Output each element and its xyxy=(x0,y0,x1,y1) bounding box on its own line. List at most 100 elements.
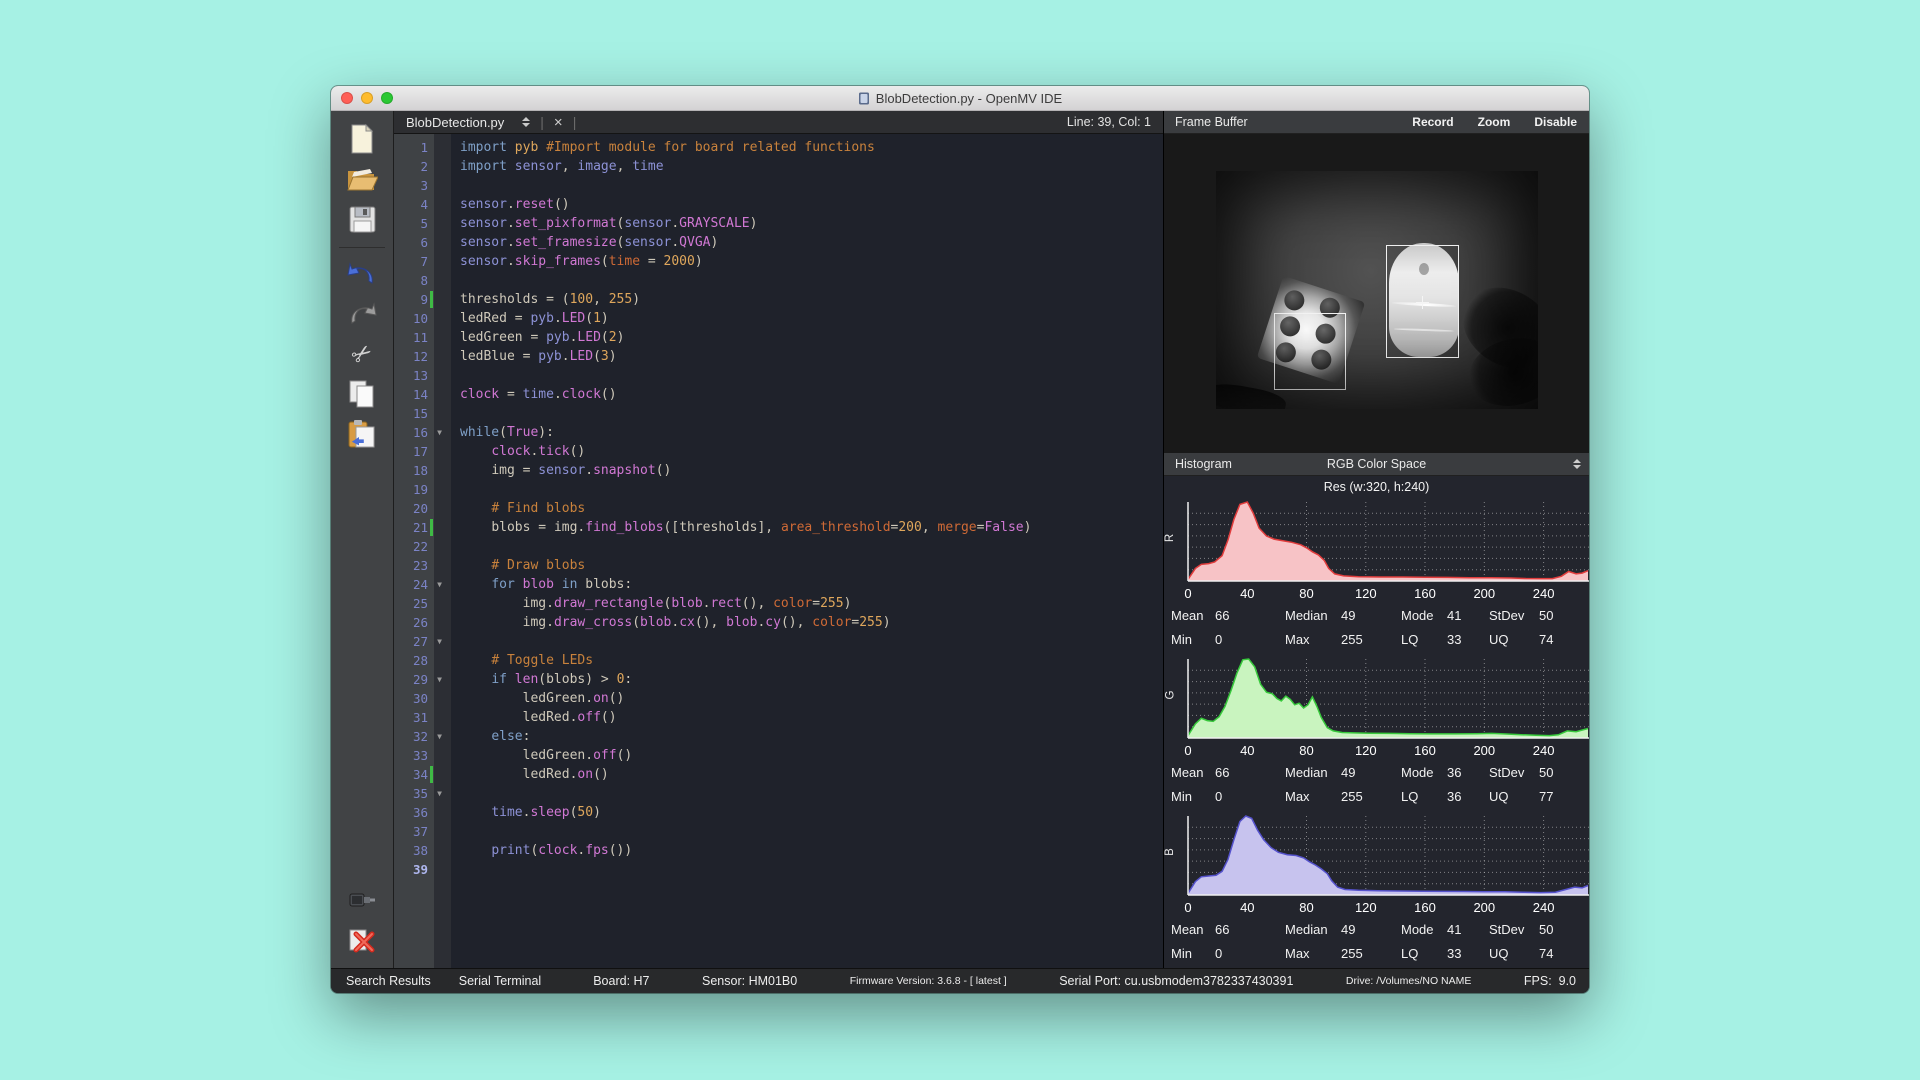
cut-button[interactable]: ✂ xyxy=(342,336,382,372)
fold-marker-icon[interactable]: ▼ xyxy=(428,575,451,594)
close-tab-button[interactable]: × xyxy=(546,114,571,131)
fold-marker-icon[interactable]: ▼ xyxy=(428,784,451,803)
code-line[interactable]: 28 # Toggle LEDs xyxy=(394,651,1163,670)
save-file-button[interactable] xyxy=(342,201,382,237)
code-line[interactable]: 21 blobs = img.find_blobs([thresholds], … xyxy=(394,518,1163,537)
code-line[interactable]: 27▼ xyxy=(394,632,1163,651)
status-fps: FPS: 9.0 xyxy=(1524,974,1576,988)
code-line[interactable]: 32▼ else: xyxy=(394,727,1163,746)
code-line[interactable]: 15 xyxy=(394,404,1163,423)
code-line[interactable]: 3 xyxy=(394,176,1163,195)
disable-button[interactable]: Disable xyxy=(1534,115,1577,129)
close-window-button[interactable] xyxy=(341,92,353,104)
line-number: 35 xyxy=(394,784,428,803)
fold-spacer xyxy=(428,176,451,195)
code-line[interactable]: 23 # Draw blobs xyxy=(394,556,1163,575)
minimize-window-button[interactable] xyxy=(361,92,373,104)
x-tick-label: 0 xyxy=(1184,584,1191,604)
code-line[interactable]: 8 xyxy=(394,271,1163,290)
x-axis-ticks: 04080120160200240 xyxy=(1164,898,1589,918)
copy-button[interactable] xyxy=(342,376,382,412)
frame-buffer-image[interactable] xyxy=(1216,171,1538,409)
x-tick-label: 160 xyxy=(1414,898,1436,918)
code-line[interactable]: 24▼ for blob in blobs: xyxy=(394,575,1163,594)
code-text: sensor.set_framesize(sensor.QVGA) xyxy=(451,233,718,252)
color-space-spinner-icon[interactable] xyxy=(1573,453,1581,475)
code-line[interactable]: 6 sensor.set_framesize(sensor.QVGA) xyxy=(394,233,1163,252)
code-line[interactable]: 31 ledRed.off() xyxy=(394,708,1163,727)
code-line[interactable]: 5sensor.set_pixformat(sensor.GRAYSCALE) xyxy=(394,214,1163,233)
disconnect-button[interactable] xyxy=(342,922,382,958)
fold-marker-icon[interactable]: ▼ xyxy=(428,423,451,442)
code-line[interactable]: 16▼while(True): xyxy=(394,423,1163,442)
line-number: 10 xyxy=(394,309,428,328)
y-axis-label: G xyxy=(1164,691,1176,700)
color-space-select[interactable]: RGB Color Space xyxy=(1164,457,1589,471)
line-number: 33 xyxy=(394,746,428,765)
code-line[interactable]: 1import pyb #Import module for board rel… xyxy=(394,138,1163,157)
code-line[interactable]: 13 xyxy=(394,366,1163,385)
connect-button[interactable] xyxy=(342,882,382,918)
vignette-overlay xyxy=(1216,171,1538,409)
code-line[interactable]: 26 img.draw_cross(blob.cx(), blob.cy(), … xyxy=(394,613,1163,632)
line-number: 6 xyxy=(394,233,428,252)
line-number: 16 xyxy=(394,423,428,442)
zoom-window-button[interactable] xyxy=(381,92,393,104)
new-file-button[interactable] xyxy=(342,121,382,157)
fold-spacer xyxy=(428,822,451,841)
code-line[interactable]: 14clock = time.clock() xyxy=(394,385,1163,404)
code-line[interactable]: 39 xyxy=(394,860,1163,879)
line-number: 9 xyxy=(394,290,428,309)
file-selector-dropdown[interactable] xyxy=(514,117,538,127)
line-number: 13 xyxy=(394,366,428,385)
open-file-button[interactable] xyxy=(342,161,382,197)
code-line[interactable]: 35▼ xyxy=(394,784,1163,803)
code-editor[interactable]: 1import pyb #Import module for board rel… xyxy=(394,134,1163,968)
histogram-b-chart xyxy=(1164,812,1589,898)
resolution-label: Res (w:320, h:240) xyxy=(1164,476,1589,498)
code-line[interactable]: 37 xyxy=(394,822,1163,841)
code-text: else: xyxy=(451,727,530,746)
zoom-button[interactable]: Zoom xyxy=(1478,115,1511,129)
open-folder-icon xyxy=(346,165,378,193)
redo-button[interactable] xyxy=(342,296,382,332)
code-line[interactable]: 34 ledRed.on() xyxy=(394,765,1163,784)
code-line[interactable]: 11ledGreen = pyb.LED(2) xyxy=(394,328,1163,347)
code-line[interactable]: 7sensor.skip_frames(time = 2000) xyxy=(394,252,1163,271)
code-line[interactable]: 2import sensor, image, time xyxy=(394,157,1163,176)
fold-spacer xyxy=(428,328,451,347)
title-bar[interactable]: BlobDetection.py - OpenMV IDE xyxy=(331,86,1589,111)
line-number: 2 xyxy=(394,157,428,176)
code-line[interactable]: 36 time.sleep(50) xyxy=(394,803,1163,822)
fold-marker-icon[interactable]: ▼ xyxy=(428,632,451,651)
fold-spacer xyxy=(428,252,451,271)
code-line[interactable]: 33 ledGreen.off() xyxy=(394,746,1163,765)
code-line[interactable]: 19 xyxy=(394,480,1163,499)
fold-marker-icon[interactable]: ▼ xyxy=(428,727,451,746)
code-line[interactable]: 29▼ if len(blobs) > 0: xyxy=(394,670,1163,689)
line-number: 30 xyxy=(394,689,428,708)
code-line[interactable]: 12ledBlue = pyb.LED(3) xyxy=(394,347,1163,366)
paste-button[interactable] xyxy=(342,416,382,452)
code-line[interactable]: 22 xyxy=(394,537,1163,556)
search-results-tab[interactable]: Search Results xyxy=(346,974,431,988)
code-text: ledGreen.off() xyxy=(451,746,632,765)
fold-spacer xyxy=(428,195,451,214)
code-line[interactable]: 30 ledGreen.on() xyxy=(394,689,1163,708)
code-text: ledRed = pyb.LED(1) xyxy=(451,309,609,328)
code-line[interactable]: 10 ledRed = pyb.LED(1) xyxy=(394,309,1163,328)
code-line[interactable]: 17 clock.tick() xyxy=(394,442,1163,461)
code-line[interactable]: 25 img.draw_rectangle(blob.rect(), color… xyxy=(394,594,1163,613)
fold-marker-icon[interactable]: ▼ xyxy=(428,670,451,689)
code-line[interactable]: 9thresholds = (100, 255) xyxy=(394,290,1163,309)
record-button[interactable]: Record xyxy=(1412,115,1453,129)
code-line[interactable]: 18 img = sensor.snapshot() xyxy=(394,461,1163,480)
file-tab[interactable]: BlobDetection.py xyxy=(394,115,514,130)
code-line[interactable]: 38 print(clock.fps()) xyxy=(394,841,1163,860)
code-line[interactable]: 4sensor.reset() xyxy=(394,195,1163,214)
undo-button[interactable] xyxy=(342,256,382,292)
code-line[interactable]: 20 # Find blobs xyxy=(394,499,1163,518)
x-tick-label: 80 xyxy=(1299,584,1313,604)
serial-terminal-tab[interactable]: Serial Terminal xyxy=(459,974,541,988)
code-text xyxy=(451,860,460,879)
